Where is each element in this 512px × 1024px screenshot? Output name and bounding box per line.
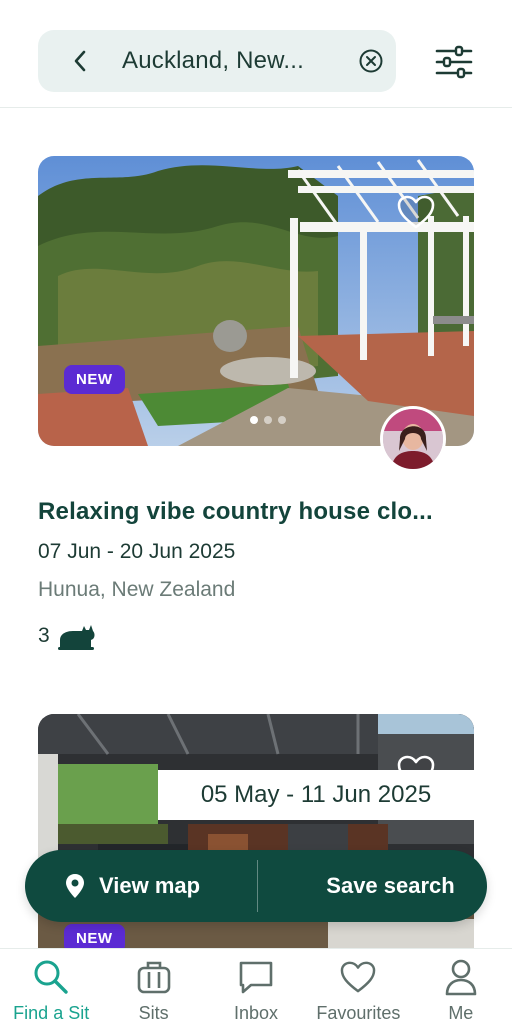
- search-bar[interactable]: Auckland, New...: [38, 30, 396, 92]
- sliders-icon: [435, 45, 473, 79]
- listing-location: Hunua, New Zealand: [38, 578, 236, 601]
- view-map-label: View map: [99, 873, 201, 898]
- search-input[interactable]: Auckland, New...: [122, 47, 346, 75]
- nav-label: Sits: [138, 1003, 169, 1023]
- listing-card[interactable]: NEW Relaxing vibe country house clo... 0…: [38, 156, 474, 650]
- back-button[interactable]: [38, 30, 122, 92]
- nav-label: Inbox: [233, 1003, 279, 1023]
- nav-inbox[interactable]: Inbox: [205, 949, 307, 1024]
- bottom-navigation: Find a Sit Sits Inbox Favourites Me: [0, 948, 512, 1024]
- carousel-dot: [264, 416, 272, 424]
- search-icon: [34, 960, 68, 994]
- heart-icon: [341, 961, 376, 993]
- nav-me[interactable]: Me: [410, 949, 512, 1024]
- carousel-dot: [278, 416, 286, 424]
- listing-photo[interactable]: NEW: [38, 156, 474, 446]
- chat-icon: [239, 961, 273, 994]
- listing-dates: 05 May - 11 Jun 2025: [158, 770, 474, 820]
- listing-title[interactable]: Relaxing vibe country house clo...: [38, 498, 474, 526]
- nav-label: Favourites: [316, 1003, 401, 1023]
- new-badge: NEW: [64, 365, 125, 394]
- map-action-bar: View map Save search: [25, 850, 487, 922]
- carousel-dot: [250, 416, 258, 424]
- save-search-label: Save search: [326, 873, 455, 898]
- cat-icon: [57, 625, 95, 650]
- person-icon: [445, 959, 477, 996]
- search-header: Auckland, New...: [0, 0, 512, 108]
- listing-dates: 07 Jun - 20 Jun 2025: [38, 540, 236, 563]
- owner-avatar[interactable]: [380, 406, 446, 472]
- photo-carousel-indicator: [250, 416, 286, 424]
- suitcase-icon: [137, 961, 170, 994]
- pets-summary: 3: [38, 622, 474, 650]
- nav-label: Me: [448, 1003, 474, 1023]
- map-pin-icon: [66, 874, 84, 898]
- filter-button[interactable]: [430, 40, 478, 84]
- pet-count: 3: [38, 624, 50, 647]
- avatar-photo: [383, 409, 443, 469]
- view-map-button[interactable]: View map: [25, 850, 257, 922]
- nav-find-a-sit[interactable]: Find a Sit: [0, 949, 102, 1024]
- clear-search-button[interactable]: [346, 30, 396, 92]
- heart-icon: [397, 195, 435, 229]
- nav-favourites[interactable]: Favourites: [307, 949, 409, 1024]
- save-search-button[interactable]: Save search: [258, 850, 487, 922]
- clear-circle-icon: [359, 49, 383, 73]
- nav-sits[interactable]: Sits: [102, 949, 204, 1024]
- nav-label: Find a Sit: [13, 1003, 90, 1023]
- favourite-button[interactable]: [396, 194, 436, 230]
- chevron-left-icon: [74, 50, 86, 72]
